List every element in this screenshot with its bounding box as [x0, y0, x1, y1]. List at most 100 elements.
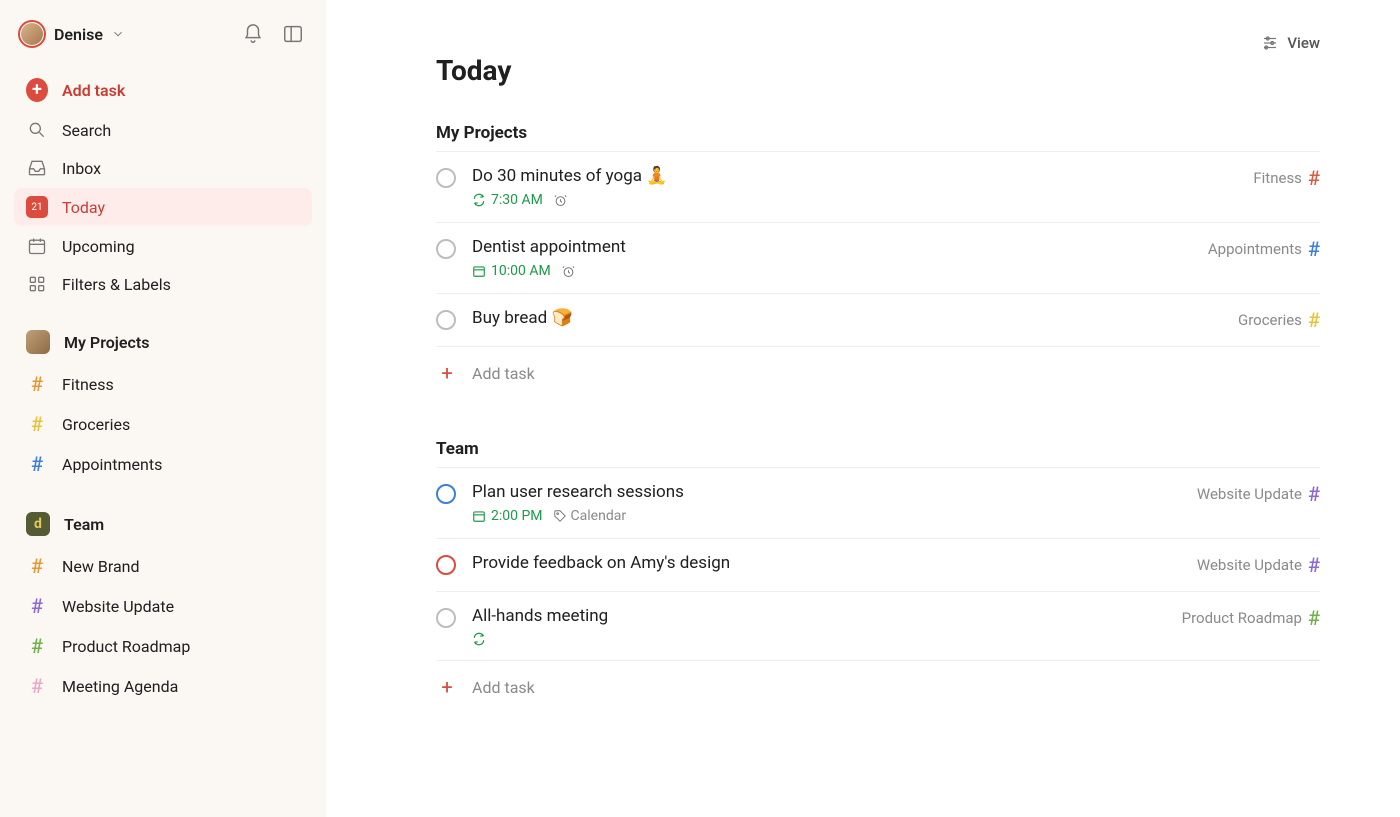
sidebar-item-label: Inbox — [62, 159, 101, 178]
task-project-tag[interactable]: Website Update# — [1197, 482, 1320, 506]
sidebar-item-label: Meeting Agenda — [62, 677, 178, 696]
task-checkbox[interactable] — [436, 484, 456, 504]
calendar-icon — [472, 509, 486, 523]
team-avatar-icon: d — [26, 512, 50, 536]
add-task-inline[interactable]: + Add task — [436, 347, 1320, 399]
task-title: All-hands meeting — [472, 606, 1144, 626]
hash-icon: # — [1308, 237, 1320, 261]
sidebar-item-label: Filters & Labels — [62, 275, 171, 294]
sidebar-item-label: Today — [62, 198, 105, 217]
main-content: View Today My Projects Do 30 minutes of y… — [326, 0, 1400, 817]
task-project-tag[interactable]: Website Update # — [1197, 553, 1320, 577]
sidebar-item-label: Appointments — [62, 455, 162, 474]
recurring-icon — [472, 632, 486, 646]
hash-icon: # — [26, 674, 48, 698]
sidebar-project-item[interactable]: #Groceries — [14, 404, 312, 444]
task-checkbox[interactable] — [436, 608, 456, 628]
view-label: View — [1287, 34, 1320, 52]
hash-icon: # — [26, 372, 48, 396]
label-icon — [553, 509, 567, 523]
sliders-icon — [1261, 34, 1279, 52]
account-name: Denise — [54, 25, 103, 44]
task-project-label: Website Update — [1197, 485, 1302, 503]
sidebar-item-inbox[interactable]: Inbox — [14, 150, 312, 186]
task-meta: 7:30 AM — [472, 192, 1144, 208]
task-checkbox[interactable] — [436, 555, 456, 575]
task-project-tag[interactable]: Appointments# — [1208, 237, 1320, 261]
hash-icon: # — [26, 412, 48, 436]
sidebar-item-label: Search — [62, 121, 111, 140]
sidebar-section-label: Team — [64, 515, 104, 534]
section-title: Team — [436, 439, 1320, 459]
task-row[interactable]: Buy bread 🍞Groceries# — [436, 294, 1320, 347]
sidebar-item-label: Upcoming — [62, 237, 135, 256]
add-task-inline[interactable]: +Add task — [436, 661, 1320, 713]
calendar-icon — [472, 264, 486, 278]
sidebar-item-label: New Brand — [62, 557, 140, 576]
sidebar-project-item[interactable]: #Appointments — [14, 444, 312, 484]
task-checkbox[interactable] — [436, 310, 456, 330]
task-project-tag[interactable]: Product Roadmap# — [1182, 606, 1320, 630]
task-list: Plan user research sessions 2:00 PM Calend… — [436, 467, 1320, 661]
task-row[interactable]: All-hands meeting Product Roadmap# — [436, 592, 1320, 661]
sidebar-section-my-projects[interactable]: My Projects — [14, 322, 312, 362]
avatar — [18, 20, 46, 48]
sidebar-project-item[interactable]: #New Brand — [14, 546, 312, 586]
task-project-tag[interactable]: Groceries# — [1238, 308, 1320, 332]
grid-icon — [26, 274, 48, 294]
task-title: Dentist appointment — [472, 237, 1144, 257]
sidebar-item-search[interactable]: Search — [14, 112, 312, 148]
task-title: Plan user research sessions — [472, 482, 1144, 502]
task-project-label: Website Update — [1197, 556, 1302, 574]
task-project-tag[interactable]: Fitness# — [1253, 166, 1320, 190]
task-row[interactable]: Provide feedback on Amy's designWebsite … — [436, 539, 1320, 592]
sidebar-project-item[interactable]: # Product Roadmap — [14, 626, 312, 666]
task-project-label: Groceries — [1238, 311, 1302, 329]
task-checkbox[interactable] — [436, 239, 456, 259]
plus-circle-icon: + — [26, 78, 48, 102]
section-title: My Projects — [436, 123, 1320, 143]
task-section: My Projects Do 30 minutes of yoga 🧘 7:30 A… — [436, 123, 1320, 399]
task-row[interactable]: Dentist appointment 10:00 AM Appointments# — [436, 223, 1320, 294]
add-task-button[interactable]: + Add task — [14, 70, 312, 110]
sidebar-project-item[interactable]: # Fitness — [14, 364, 312, 404]
add-task-label: Add task — [62, 81, 125, 100]
task-title: Do 30 minutes of yoga 🧘 — [472, 166, 1144, 186]
sidebar-section-team[interactable]: d Team — [14, 504, 312, 544]
task-row[interactable]: Do 30 minutes of yoga 🧘 7:30 AM Fitness# — [436, 152, 1320, 223]
toggle-sidebar-icon[interactable] — [282, 23, 304, 45]
recurring-icon — [472, 193, 486, 207]
sidebar-project-item[interactable]: # Website Update — [14, 586, 312, 626]
hash-icon: # — [1308, 553, 1320, 577]
plus-icon: + — [436, 361, 458, 385]
task-project-label: Product Roadmap — [1182, 609, 1302, 627]
sidebar-section-label: My Projects — [64, 333, 149, 352]
task-time: 2:00 PM — [491, 508, 543, 524]
hash-icon: # — [26, 634, 48, 658]
sidebar: Denise + Add task Search Inbox 21 — [0, 0, 326, 817]
search-icon — [26, 120, 48, 140]
alarm-icon — [561, 264, 576, 279]
add-task-label: Add task — [472, 678, 535, 697]
sidebar-item-label: Website Update — [62, 597, 174, 616]
sidebar-project-item[interactable]: # Meeting Agenda — [14, 666, 312, 706]
sidebar-item-filters[interactable]: Filters & Labels — [14, 266, 312, 302]
sidebar-item-label: Product Roadmap — [62, 637, 190, 656]
task-list: Do 30 minutes of yoga 🧘7:30 AMFitness#De… — [436, 151, 1320, 347]
task-meta: 10:00 AM — [472, 263, 1144, 279]
page-title: Today — [436, 54, 1320, 87]
task-row[interactable]: Plan user research sessions 2:00 PM Calend… — [436, 468, 1320, 539]
notifications-icon[interactable] — [242, 23, 264, 45]
task-project-label: Fitness — [1253, 169, 1302, 187]
hash-icon: # — [26, 594, 48, 618]
sidebar-item-today[interactable]: 21 Today — [14, 188, 312, 226]
calendar-upcoming-icon — [26, 236, 48, 256]
task-extra-label: Calendar — [571, 508, 627, 524]
add-task-label: Add task — [472, 364, 535, 383]
chevron-down-icon — [111, 27, 125, 41]
account-switcher[interactable]: Denise — [18, 20, 125, 48]
view-button[interactable]: View — [436, 34, 1320, 52]
task-checkbox[interactable] — [436, 168, 456, 188]
sidebar-item-label: Fitness — [62, 375, 114, 394]
sidebar-item-upcoming[interactable]: Upcoming — [14, 228, 312, 264]
